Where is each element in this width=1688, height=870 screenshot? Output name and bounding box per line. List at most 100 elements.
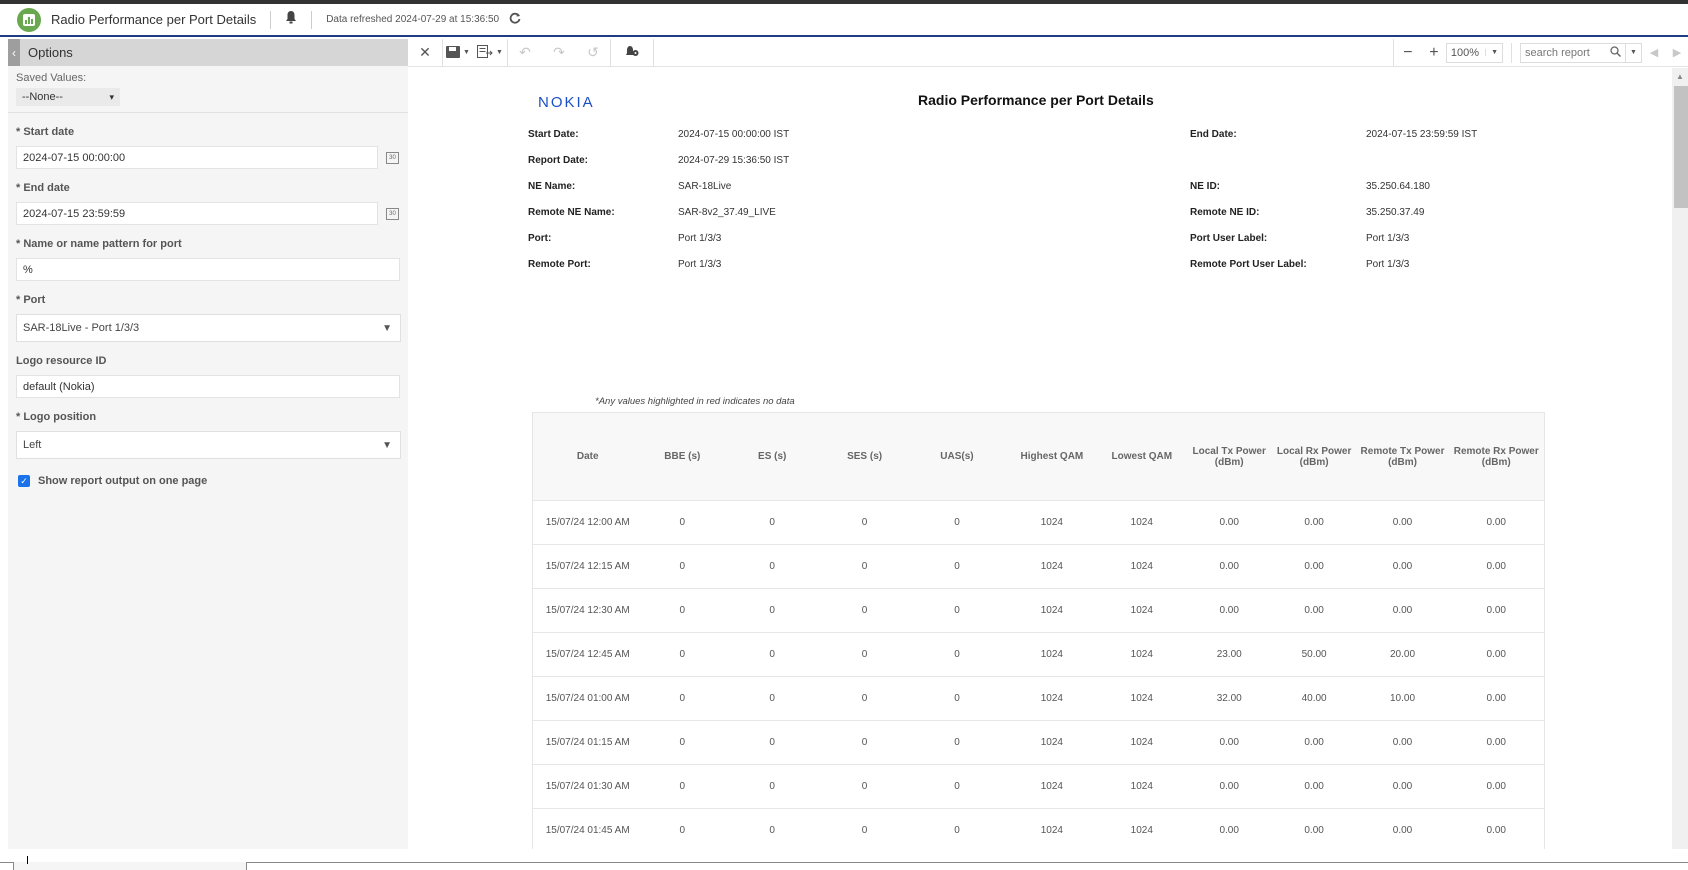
value-cell: 0	[642, 588, 723, 633]
value-cell: 0	[907, 764, 1007, 809]
calendar-icon[interactable]: 30	[386, 151, 399, 164]
value-cell: 0	[722, 632, 823, 677]
show-one-page-label: Show report output on one page	[38, 475, 208, 487]
saved-values-label: Saved Values:	[16, 72, 87, 84]
value-cell: 0.00	[1271, 588, 1357, 633]
undo-button[interactable]: ↶	[508, 39, 542, 67]
info-value: SAR-8v2_37.49_LIVE	[678, 207, 776, 218]
zoom-out-button[interactable]: −	[1394, 39, 1422, 67]
info-value-text: 35.250.64.180	[1366, 181, 1430, 192]
report-scrollbar[interactable]: ▲	[1672, 68, 1688, 849]
caret-down-icon: ▼	[382, 322, 392, 334]
table-row: 15/07/24 12:15 AM 0 0 0 0 1024 1024 0.00 0.00 0.0…	[532, 544, 1546, 589]
logo-position-field: * Logo position Left ▼	[8, 411, 408, 459]
reset-icon: ↺	[587, 44, 599, 60]
zoom-level: 100%	[1450, 46, 1480, 59]
subscribe-alert-button[interactable]	[611, 39, 653, 67]
value-cell: 0.00	[1271, 720, 1357, 765]
search-report-input[interactable]: search report	[1520, 42, 1626, 63]
logo-resource-label: Logo resource ID	[16, 355, 107, 367]
value-cell: 0	[722, 764, 823, 809]
value-cell: 0	[722, 500, 823, 545]
value-cell: 0.00	[1186, 588, 1272, 633]
port-selected: SAR-18Live - Port 1/3/3	[23, 322, 140, 334]
info-key-text: Start Date:	[528, 129, 579, 140]
divider	[653, 38, 654, 67]
previous-match-button[interactable]: ◀	[1642, 39, 1666, 67]
value-cell: 1024	[1096, 500, 1187, 545]
reset-button[interactable]: ↺	[576, 39, 610, 67]
table-row: 15/07/24 01:15 AM 0 0 0 0 1024 1024 0.00 0.00 0.0…	[532, 720, 1546, 765]
collapse-sidebar-button[interactable]: ‹	[8, 39, 20, 66]
value-cell: 0.00	[1271, 544, 1357, 589]
value-cell: 0	[907, 808, 1007, 849]
saved-values-select[interactable]: --None-- ▾	[16, 88, 120, 106]
info-value: 2024-07-15 00:00:00 IST	[678, 129, 789, 140]
port-pattern-input[interactable]: %	[16, 258, 400, 281]
date-cell: 15/07/24 01:30 AM	[532, 764, 643, 809]
column-header: Highest QAM	[1006, 412, 1097, 501]
info-value-text: SAR-18Live	[678, 181, 732, 192]
table-row: 15/07/24 01:45 AM 0 0 0 0 1024 1024 0.00 0.00 0.0…	[532, 808, 1546, 849]
value-cell: 0.00	[1448, 588, 1546, 633]
table-row: 15/07/24 12:30 AM 0 0 0 0 1024 1024 0.00 0.00 0.0…	[532, 588, 1546, 633]
date-cell: 15/07/24 12:00 AM	[532, 500, 643, 545]
info-key: Remote NE Name:	[528, 207, 615, 218]
value-cell: 0.00	[1186, 808, 1272, 849]
info-value: SAR-18Live	[678, 181, 731, 192]
save-icon	[446, 45, 461, 61]
port-select[interactable]: SAR-18Live - Port 1/3/3 ▼	[16, 314, 401, 342]
search-options-dropdown[interactable]: ▼	[1626, 42, 1642, 63]
value-cell: 0	[907, 720, 1007, 765]
bell-icon[interactable]	[285, 10, 297, 29]
value-cell: 0.00	[1448, 632, 1546, 677]
info-key: Report Date:	[528, 155, 588, 166]
zoom-level-select[interactable]: 100% ▼	[1445, 42, 1503, 63]
value-cell: 0.00	[1186, 764, 1272, 809]
export-button[interactable]: ▼	[473, 39, 507, 67]
value-cell: 10.00	[1356, 676, 1449, 721]
save-button[interactable]: ▼	[443, 39, 473, 67]
calendar-icon[interactable]: 30	[386, 207, 399, 220]
port-pattern-label: * Name or name pattern for port	[16, 238, 182, 250]
redo-icon: ↷	[553, 44, 565, 60]
scroll-up-arrow-icon[interactable]: ▲	[1672, 72, 1688, 82]
table-row: 15/07/24 01:30 AM 0 0 0 0 1024 1024 0.00 0.00 0.0…	[532, 764, 1546, 809]
triangle-left-icon: ◀	[1649, 47, 1659, 59]
value-cell: 1024	[1006, 720, 1097, 765]
logo-position-select[interactable]: Left ▼	[16, 431, 401, 459]
search-icon[interactable]	[1610, 45, 1621, 60]
info-value: 2024-07-29 15:36:50 IST	[678, 155, 789, 166]
close-button[interactable]: ✕	[408, 39, 442, 67]
chevron-down-icon: ▾	[109, 91, 114, 102]
logo-resource-field: Logo resource ID default (Nokia)	[8, 355, 408, 398]
info-key-text: End Date:	[1190, 129, 1237, 140]
start-date-label: * Start date	[16, 126, 75, 138]
redo-button[interactable]: ↷	[542, 39, 576, 67]
show-one-page-checkbox[interactable]: ✓	[18, 475, 30, 487]
value-cell: 0	[642, 676, 723, 721]
end-date-input[interactable]: 2024-07-15 23:59:59	[16, 202, 378, 225]
value-cell: 1024	[1096, 720, 1187, 765]
report-canvas: NOKIA Radio Performance per Port Details…	[408, 68, 1670, 849]
value-cell: 1024	[1006, 676, 1097, 721]
value-cell: 0.00	[1356, 500, 1449, 545]
date-cell: 15/07/24 01:45 AM	[532, 808, 643, 849]
logo-resource-input[interactable]: default (Nokia)	[16, 375, 400, 398]
bottom-tab[interactable]	[13, 862, 247, 870]
value-cell: 0.00	[1356, 588, 1449, 633]
scrollbar-thumb[interactable]	[1674, 86, 1688, 208]
value-cell: 0.00	[1271, 764, 1357, 809]
value-cell: 0.00	[1271, 808, 1357, 849]
start-date-input[interactable]: 2024-07-15 00:00:00	[16, 146, 378, 169]
value-cell: 0	[907, 676, 1007, 721]
value-cell: 0.00	[1448, 720, 1546, 765]
divider	[1511, 42, 1512, 63]
report-title: Radio Performance per Port Details	[918, 92, 1154, 108]
refresh-icon[interactable]	[509, 12, 521, 27]
zoom-in-button[interactable]: +	[1422, 39, 1446, 67]
value-cell: 0	[822, 500, 908, 545]
info-key-text: Report Date:	[528, 155, 589, 166]
next-match-button[interactable]: ▶	[1666, 39, 1688, 67]
options-header: ‹ Options	[8, 39, 408, 66]
